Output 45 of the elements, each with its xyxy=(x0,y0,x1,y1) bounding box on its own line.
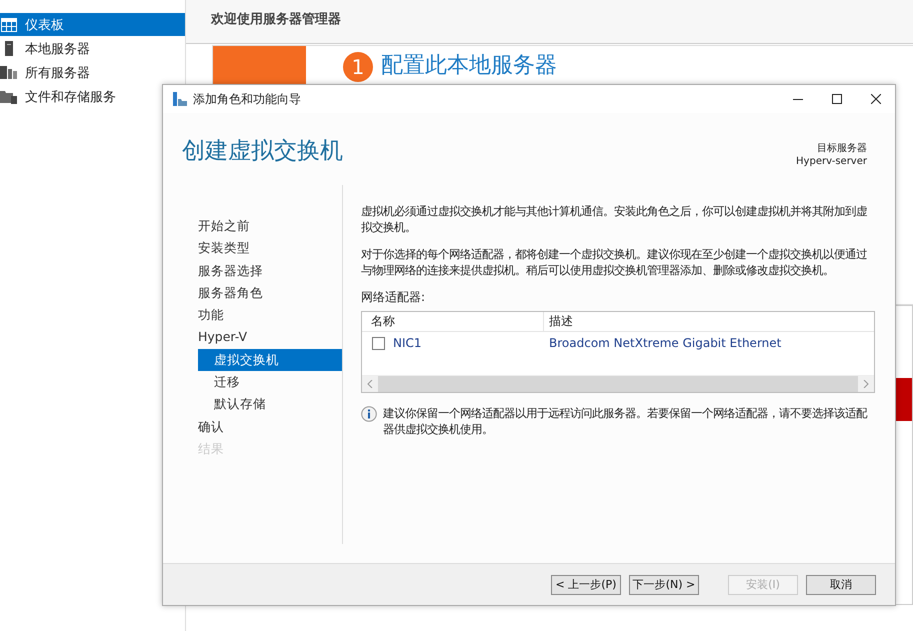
sidebar-item[interactable]: 本地服务器 xyxy=(0,37,185,60)
back-button[interactable]: < 上一步(P) xyxy=(551,574,621,594)
table-cell: NIC1 xyxy=(393,336,422,350)
scroll-left-icon[interactable] xyxy=(367,380,373,388)
wizard-step[interactable]: 迁移 xyxy=(198,371,342,394)
server-icon xyxy=(4,41,12,56)
step-badge: 1 xyxy=(343,52,373,82)
close-icon[interactable] xyxy=(871,94,881,104)
wizard-step[interactable]: 默认存储 xyxy=(198,393,342,416)
note-text: 建议你保留一个网络适配器以用于远程访问此服务器。若要保留一个网络适配器，请不要选择该适配器供虚拟交换机使用。 xyxy=(383,405,868,437)
wizard-step[interactable]: 服务器选择 xyxy=(198,260,342,282)
wizard-step[interactable]: Hyper-V xyxy=(198,326,342,349)
info-icon xyxy=(361,406,377,422)
status-stripe xyxy=(896,378,912,421)
servers-icon xyxy=(0,66,17,79)
column-header[interactable]: 描述 xyxy=(544,313,573,330)
page-title: 欢迎使用服务器管理器 xyxy=(186,0,913,44)
cancel-button[interactable]: 取消 xyxy=(806,574,876,594)
wizard-step[interactable]: 功能 xyxy=(198,304,342,326)
wizard-icon xyxy=(173,92,187,106)
description-text: 对于你选择的每个网络适配器，都将创建一个虚拟交换机。建议你现在至少创建一个虚拟交换机以便通过与物理网络的连接来提供虚拟机。稍后可以使用虚拟交换机管理器添加、删除或修改虚拟交换机。 xyxy=(361,246,868,278)
target-label: 目标服务器 xyxy=(816,142,867,155)
sidebar-item[interactable]: 仪表板 xyxy=(0,13,185,36)
horizontal-scrollbar[interactable] xyxy=(362,375,874,392)
checkbox[interactable] xyxy=(372,336,385,350)
wizard-step[interactable]: 虚拟交换机 xyxy=(198,348,342,372)
storage-icon xyxy=(0,90,17,104)
description-text: 虚拟机必须通过虚拟交换机才能与其他计算机通信。安装此角色之后，你可以创建虚拟机并将其附加到虚拟交换机。 xyxy=(361,203,868,235)
wizard-step[interactable]: 安装类型 xyxy=(198,237,342,260)
sidebar-item[interactable]: 文件和存储服务 xyxy=(0,85,185,108)
window-title: 添加角色和功能向导 xyxy=(193,90,302,108)
wizard-step[interactable]: 开始之前 xyxy=(198,215,342,238)
maximize-icon[interactable] xyxy=(832,94,842,104)
adapters-label: 网络适配器: xyxy=(361,289,426,306)
wizard-step[interactable]: 服务器角色 xyxy=(198,282,342,304)
step-link[interactable]: 配置此本地服务器 xyxy=(381,52,557,80)
scroll-right-icon[interactable] xyxy=(863,380,869,388)
sidebar-item[interactable]: 所有服务器 xyxy=(0,61,185,84)
page-heading: 创建虚拟交换机 xyxy=(182,137,343,166)
next-button[interactable]: 下一步(N) > xyxy=(629,574,699,594)
wizard-step[interactable]: 确认 xyxy=(198,416,342,438)
target-server: Hyperv-server xyxy=(796,155,867,168)
dashboard-icon xyxy=(0,18,16,32)
column-header[interactable]: 名称 xyxy=(362,312,544,331)
table-cell-text: Broadcom NetXtreme Gigabit Ethernet xyxy=(548,336,782,350)
